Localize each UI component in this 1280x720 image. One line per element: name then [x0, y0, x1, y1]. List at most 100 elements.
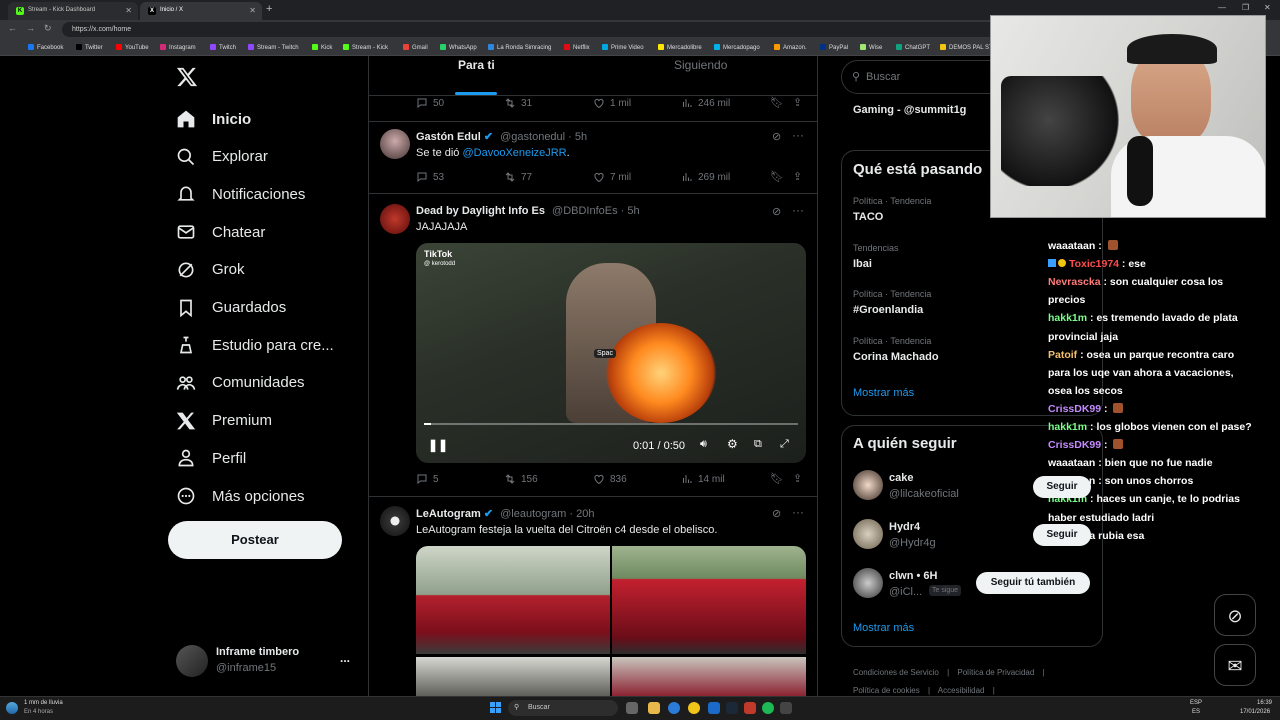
bookmark-item[interactable]: Gmail: [403, 44, 428, 51]
new-tab-icon[interactable]: +: [266, 3, 272, 15]
chat-username[interactable]: CrissDK99: [1048, 403, 1101, 415]
mention-link[interactable]: @DavooXeneizeJRR: [462, 147, 566, 159]
bookmark-item[interactable]: YouTube: [116, 44, 149, 51]
avatar[interactable]: [853, 470, 883, 500]
terms-link[interactable]: Condiciones de Servicio: [853, 668, 939, 677]
tab-x-home[interactable]: X Inicio / X ✕: [140, 2, 262, 20]
post-more-icon[interactable]: ···: [792, 128, 804, 142]
chat-username[interactable]: waaataan: [1048, 240, 1095, 252]
show-more-trends-link[interactable]: Mostrar más: [853, 387, 914, 399]
nav-item-bookmark[interactable]: Guardados: [176, 293, 286, 323]
video-progress-bar[interactable]: [424, 423, 798, 425]
volume-icon[interactable]: 🔊︎: [700, 438, 707, 451]
app-icon[interactable]: [780, 702, 792, 714]
nav-item-profile[interactable]: Perfil: [176, 443, 246, 473]
bookmark-item[interactable]: Mercadolibre: [658, 44, 702, 51]
bookmark-item[interactable]: Twitter: [76, 44, 103, 51]
bookmark-item[interactable]: Instagram: [160, 44, 196, 51]
clock-time[interactable]: 16:39: [1257, 700, 1272, 706]
bookmark-item[interactable]: Kick: [312, 44, 332, 51]
chat-username[interactable]: hakk1m: [1048, 421, 1087, 433]
chat-username[interactable]: hakk1m: [1048, 312, 1087, 324]
avatar[interactable]: [380, 129, 410, 159]
follow-name[interactable]: cake: [889, 472, 913, 484]
post-more-icon[interactable]: ···: [792, 203, 804, 217]
post-author[interactable]: Gastón Edul ✔ @gastonedul · 5h: [416, 130, 587, 143]
like-button[interactable]: 836: [593, 473, 627, 485]
trend-name[interactable]: Corina Machado: [853, 351, 939, 363]
bookmark-item[interactable]: ChatGPT: [896, 44, 930, 51]
accessibility-link[interactable]: Accesibilidad: [938, 686, 985, 695]
store-icon[interactable]: [708, 702, 720, 714]
like-button[interactable]: 7 mil: [593, 171, 631, 183]
chrome-icon[interactable]: [688, 702, 700, 714]
bookmark-item[interactable]: Amazon.: [774, 44, 807, 51]
grok-floating-icon[interactable]: ⊘: [1214, 594, 1256, 636]
account-more-icon[interactable]: ...: [340, 651, 350, 665]
repost-button[interactable]: 31: [504, 97, 532, 109]
bookmark-item[interactable]: Stream - Kick: [343, 44, 388, 51]
reply-button[interactable]: 5: [416, 473, 439, 485]
bookmark-item[interactable]: Wise: [860, 44, 882, 51]
trend-name[interactable]: #Groenlandia: [853, 304, 923, 316]
bookmark-item[interactable]: Stream - Twitch: [248, 44, 299, 51]
chat-username[interactable]: Toxic1974: [1069, 258, 1119, 270]
post-author[interactable]: LeAutogram ✔ @leautogram · 20h: [416, 507, 594, 520]
share-icon[interactable]: ⇪: [793, 472, 802, 485]
edge-icon[interactable]: [668, 702, 680, 714]
task-view-icon[interactable]: [626, 702, 638, 714]
bookmark-item[interactable]: PayPal: [820, 44, 848, 51]
close-window-icon[interactable]: ✕: [1264, 3, 1271, 12]
bookmark-item[interactable]: Twitch: [210, 44, 236, 51]
show-more-follow-link[interactable]: Mostrar más: [853, 622, 914, 634]
bookmark-item[interactable]: Mercadopago: [714, 44, 760, 51]
follow-name[interactable]: clwn • 6H: [889, 570, 937, 582]
tab-for-you[interactable]: Para ti: [458, 58, 495, 72]
live-gaming-label[interactable]: Gaming - @summit1g: [853, 104, 966, 116]
bookmark-item[interactable]: DEMOS PAL STR: [940, 44, 997, 51]
nav-item-bell[interactable]: Notificaciones: [176, 179, 305, 209]
nav-item-x-premium[interactable]: Premium: [176, 406, 272, 436]
nav-item-grok[interactable]: Grok: [176, 255, 245, 285]
grok-icon[interactable]: ⊘: [772, 130, 781, 143]
chat-username[interactable]: waaataan: [1048, 457, 1095, 469]
trend-name[interactable]: TACO: [853, 211, 883, 223]
tab-following[interactable]: Siguiendo: [674, 58, 727, 72]
follow-name[interactable]: Hydr4: [889, 521, 920, 533]
bookmark-item[interactable]: Facebook: [28, 44, 63, 51]
repost-button[interactable]: 77: [504, 171, 532, 183]
close-tab-icon[interactable]: ✕: [125, 6, 132, 15]
picture-in-picture-icon[interactable]: ⧉: [754, 438, 762, 451]
chat-username[interactable]: Nevrascka: [1048, 276, 1101, 288]
fullscreen-icon[interactable]: ⤢: [780, 438, 789, 451]
nav-item-more-circle[interactable]: Más opciones: [176, 481, 305, 511]
repost-button[interactable]: 156: [504, 473, 538, 485]
cookies-link[interactable]: Política de cookies: [853, 686, 920, 695]
windows-start-icon[interactable]: [490, 702, 502, 714]
language-indicator[interactable]: ESP: [1190, 700, 1202, 706]
grok-icon[interactable]: ⊘: [772, 507, 781, 520]
nav-item-communities[interactable]: Comunidades: [176, 368, 305, 398]
bookmark-icon[interactable]: 🔖︎: [770, 96, 784, 109]
follow-button[interactable]: Seguir: [1033, 524, 1091, 546]
reply-button[interactable]: 50: [416, 97, 444, 109]
nav-item-mail[interactable]: Chatear: [176, 217, 265, 247]
steam-icon[interactable]: [726, 702, 738, 714]
trend-name[interactable]: Ibai: [853, 258, 872, 270]
post-author[interactable]: Dead by Daylight Info Es @DBDInfoEs · 5h: [416, 205, 640, 217]
bookmark-item[interactable]: Netflix: [564, 44, 590, 51]
maximize-icon[interactable]: ❐: [1242, 3, 1249, 12]
reload-icon[interactable]: ↻: [44, 23, 52, 34]
nav-item-home[interactable]: Inicio: [176, 104, 251, 134]
bookmark-item[interactable]: La Ronda Simracing: [488, 44, 551, 51]
settings-gear-icon[interactable]: ⚙: [727, 437, 738, 451]
reply-button[interactable]: 53: [416, 171, 444, 183]
post-more-icon[interactable]: ···: [792, 505, 804, 519]
avatar[interactable]: [380, 506, 410, 536]
messages-floating-icon[interactable]: ✉: [1214, 644, 1256, 686]
grok-icon[interactable]: ⊘: [772, 205, 781, 218]
url-input[interactable]: https://x.com/home: [62, 22, 1002, 37]
chat-username[interactable]: CrissDK99: [1048, 439, 1101, 451]
views-button[interactable]: 269 mil: [681, 171, 730, 183]
views-button[interactable]: 246 mil: [681, 97, 730, 109]
